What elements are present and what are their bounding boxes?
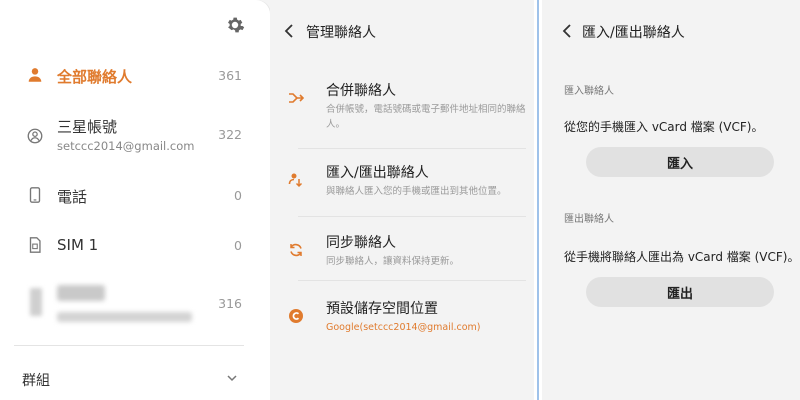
account-count: 361 [218,68,242,83]
account-count: 322 [218,127,242,142]
item-desc: 合併帳號，電話號碼或電子郵件地址相同的聯絡人。 [326,104,526,130]
merge-icon [289,93,304,103]
account-item-all-contacts[interactable]: 全部聯絡人 361 [0,55,270,95]
panel-divider [534,0,542,400]
default-storage-item[interactable]: 預設儲存空間位置 Google(setccc2014@gmail.com) [288,292,528,358]
page-title: 管理聯絡人 [306,25,376,41]
account-count: 316 [218,296,242,311]
divider [298,148,526,149]
account-label: SIM 1 [57,236,99,254]
import-section-label: 匯入聯絡人 [564,86,614,97]
import-description: 從您的手機匯入 vCard 檔案 (VCF)。 [564,120,764,134]
item-title: 匯入/匯出聯絡人 [326,165,429,181]
item-title: 預設儲存空間位置 [326,301,438,317]
accounts-panel: 全部聯絡人 361 三星帳號 setccc2014@gmail.com 322 … [0,0,270,400]
account-item-blurred[interactable]: 316 [0,285,270,325]
sync-icon [290,243,302,257]
import-export-panel: 匯入/匯出聯絡人 匯入聯絡人 從您的手機匯入 vCard 檔案 (VCF)。 匯… [542,0,800,400]
groups-label: 群組 [22,373,50,389]
divider [298,280,526,281]
gear-icon[interactable] [224,14,246,36]
back-arrow-icon[interactable] [562,24,572,38]
sync-contacts-item[interactable]: 同步聯絡人 同步聯絡人，讓資料保持更新。 [288,226,528,292]
item-desc: 與聯絡人匯入您的手機或匯出到其他位置。 [326,186,507,197]
back-arrow-icon[interactable] [284,24,294,38]
export-button[interactable]: 匯出 [586,277,774,307]
export-section-label: 匯出聯絡人 [564,214,614,225]
groups-row[interactable]: 群組 [0,362,270,394]
manage-contacts-panel: 管理聯絡人 合併聯絡人 合併帳號，電話號碼或電子郵件地址相同的聯絡人。 匯入/匯… [270,0,534,400]
divider [14,345,244,346]
phone-icon [29,187,41,203]
manage-header: 管理聯絡人 [270,0,534,60]
sim-card-icon [29,237,41,253]
merge-contacts-item[interactable]: 合併聯絡人 合併帳號，電話號碼或電子郵件地址相同的聯絡人。 [288,74,528,140]
account-label: 電話 [57,188,88,206]
account-item-sim1[interactable]: SIM 1 0 [0,225,270,265]
item-desc: 同步聯絡人，讓資料保持更新。 [326,256,460,267]
account-count: 0 [234,188,242,203]
account-label: 全部聯絡人 [57,68,133,86]
account-count: 0 [234,238,242,253]
storage-location-icon [289,309,303,323]
samsung-account-icon [27,128,43,144]
account-item-phone[interactable]: 電話 0 [0,175,270,215]
import-export-contacts-item[interactable]: 匯入/匯出聯絡人 與聯絡人匯入您的手機或匯出到其他位置。 [288,156,528,222]
page-title: 匯入/匯出聯絡人 [582,25,685,41]
item-desc: Google(setccc2014@gmail.com) [326,322,481,333]
account-item-samsung[interactable]: 三星帳號 setccc2014@gmail.com 322 [0,113,270,159]
export-description: 從手機將聯絡人匯出為 vCard 檔案 (VCF)。 [564,250,800,264]
person-icon [28,68,42,82]
account-label: 三星帳號 [57,118,118,136]
import-export-icon [288,173,303,188]
account-email: setccc2014@gmail.com [57,139,195,153]
chevron-down-icon [227,375,237,382]
item-title: 合併聯絡人 [326,83,396,99]
item-title: 同步聯絡人 [326,235,396,251]
divider [298,216,526,217]
import-button[interactable]: 匯入 [586,147,774,177]
